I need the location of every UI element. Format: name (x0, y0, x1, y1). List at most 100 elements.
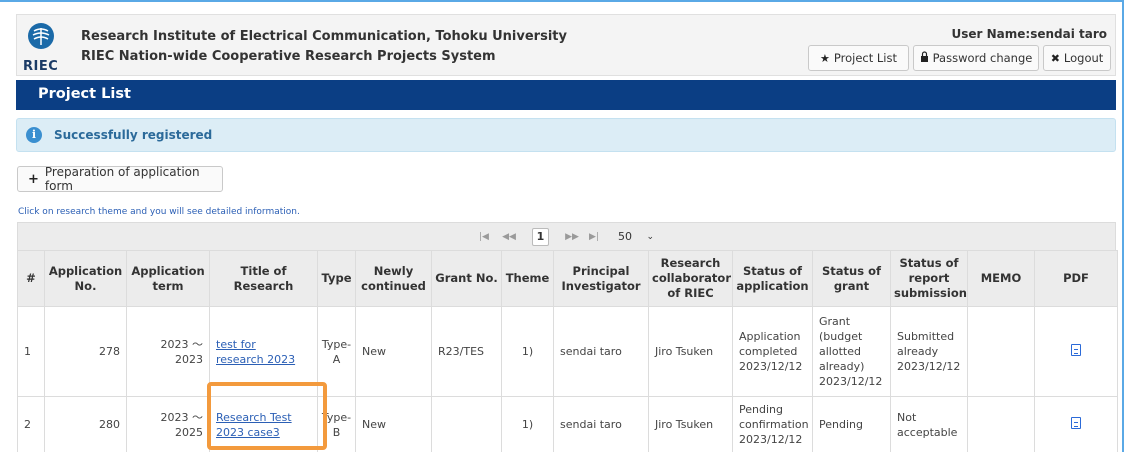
logo-text: RIEC (23, 59, 59, 74)
star-icon: ★ (820, 51, 830, 65)
cell-application-no: 280 (44, 396, 127, 452)
status-line: Not (897, 410, 917, 424)
page-size-select[interactable]: 50 ⌄ (618, 228, 656, 246)
type-line: Type- (321, 410, 352, 424)
status-line: (budget (819, 330, 863, 343)
col-header-application-no[interactable]: Application No. (44, 250, 127, 307)
cell-status-grant: Pending (812, 396, 891, 452)
chevron-down-icon: ⌄ (646, 232, 654, 242)
col-header-title[interactable]: Title of Research (209, 250, 318, 307)
status-line: Grant (819, 315, 851, 328)
plus-icon: + (28, 171, 39, 187)
col-header-status-application[interactable]: Status of application (732, 250, 813, 307)
project-list-button[interactable]: ★ Project List (808, 45, 909, 71)
cell-num: 2 (17, 396, 45, 452)
cell-research-collaborator: Jiro Tsuken (648, 396, 733, 452)
col-header-status-grant[interactable]: Status of grant (812, 250, 891, 307)
type-line: Type- (321, 337, 352, 351)
col-header-newly-continued[interactable]: Newly continued (355, 250, 432, 307)
cell-memo (967, 306, 1035, 397)
cell-grant-no: R23/TES (431, 306, 502, 397)
status-line: Pending (819, 418, 863, 431)
last-page-button[interactable]: ▶| (586, 229, 602, 246)
col-header-application-term[interactable]: Application term (126, 250, 210, 307)
col-header-theme[interactable]: Theme (501, 250, 554, 307)
status-line: 2023/12/12 (739, 433, 803, 446)
preparation-application-button[interactable]: + Preparation of application form (17, 165, 223, 193)
prev-page-button[interactable]: ◀◀ (498, 229, 520, 246)
status-line: Pending (739, 403, 783, 416)
type-line: A (332, 352, 341, 366)
cell-status-report: Not acceptable (890, 396, 968, 452)
cell-status-application: Pending confirmation 2023/12/12 (732, 396, 813, 452)
institute-name: Research Institute of Electrical Communi… (81, 29, 567, 44)
col-header-principal-investigator[interactable]: Principal Investigator (553, 250, 649, 307)
pdf-icon[interactable] (1071, 343, 1081, 356)
lock-icon (920, 51, 929, 65)
project-table: # Application No. Application term Title… (17, 250, 1118, 452)
window-top-border (0, 0, 1124, 2)
cell-type: Type- A (317, 306, 356, 397)
status-line: 2023/12/12 (819, 375, 883, 388)
cell-application-term: 2023 ～ 2025 (126, 396, 210, 452)
password-change-label: Password change (932, 51, 1033, 65)
title-line: research 2023 (216, 352, 296, 366)
riec-logo: RIEC (19, 19, 59, 75)
cell-type: Type- B (317, 396, 356, 452)
cell-principal-investigator: sendai taro (553, 396, 649, 452)
status-line: allotted (819, 345, 861, 358)
col-header-num: # (17, 250, 45, 307)
current-page-button[interactable]: 1 (532, 228, 549, 246)
next-page-button[interactable]: ▶▶ (561, 229, 583, 246)
status-line: confirmation (739, 418, 809, 431)
title-line: test for (216, 337, 256, 351)
info-icon: i (26, 127, 42, 143)
col-header-type[interactable]: Type (317, 250, 356, 307)
col-header-pdf: PDF (1034, 250, 1118, 307)
site-header: RIEC Research Institute of Electrical Co… (16, 14, 1116, 76)
pagination-bar: |◀ ◀◀ 1 ▶▶ ▶| 50 ⌄ (17, 222, 1116, 250)
system-name: RIEC Nation-wide Cooperative Research Pr… (81, 49, 496, 64)
col-header-grant-no[interactable]: Grant No. (431, 250, 502, 307)
status-line: already (897, 345, 939, 358)
table-row: 1 278 2023 ～ 2023 test for research 2023… (17, 306, 1118, 397)
cell-theme: 1) (501, 396, 554, 452)
title-line: 2023 case3 (216, 425, 280, 439)
logo-emblem-icon (28, 23, 54, 49)
title-line: Research Test (216, 410, 292, 424)
cell-newly-continued: New (355, 396, 432, 452)
cell-application-term: 2023 ～ 2023 (126, 306, 210, 397)
cell-principal-investigator: sendai taro (553, 306, 649, 397)
cell-status-grant: Grant (budget allotted already) 2023/12/… (812, 306, 891, 397)
first-page-button[interactable]: |◀ (476, 229, 492, 246)
cell-num: 1 (17, 306, 45, 397)
cell-application-no: 278 (44, 306, 127, 397)
page-title-bar: Project List (16, 80, 1116, 110)
cell-newly-continued: New (355, 306, 432, 397)
cell-grant-no (431, 396, 502, 452)
term-start: 2023 ～ (160, 337, 204, 351)
close-icon: ✖ (1050, 51, 1060, 65)
type-line: B (332, 425, 341, 439)
preparation-application-label: Preparation of application form (44, 165, 200, 193)
cell-title: test for research 2023 (209, 306, 318, 397)
col-header-status-report[interactable]: Status of report submission (890, 250, 968, 307)
term-end: 2025 (175, 425, 203, 439)
status-line: acceptable (897, 425, 958, 439)
status-line: 2023/12/12 (739, 360, 803, 373)
research-title-link[interactable]: Research Test 2023 case3 (216, 410, 311, 440)
pdf-icon[interactable] (1071, 416, 1081, 429)
col-header-research-collaborator[interactable]: Research collaborator of RIEC (648, 250, 733, 307)
col-header-memo: MEMO (967, 250, 1035, 307)
status-line: Application (739, 330, 801, 343)
cell-title: Research Test 2023 case3 (209, 396, 318, 452)
password-change-button[interactable]: Password change (913, 45, 1039, 71)
page-size-value: 50 (618, 230, 632, 243)
cell-theme: 1) (501, 306, 554, 397)
logout-button[interactable]: ✖ Logout (1043, 45, 1111, 71)
cell-research-collaborator: Jiro Tsuken (648, 306, 733, 397)
success-alert: i Successfully registered (16, 118, 1116, 152)
research-title-link[interactable]: test for research 2023 (216, 337, 311, 367)
status-line: completed (739, 345, 798, 358)
logout-label: Logout (1063, 51, 1104, 65)
